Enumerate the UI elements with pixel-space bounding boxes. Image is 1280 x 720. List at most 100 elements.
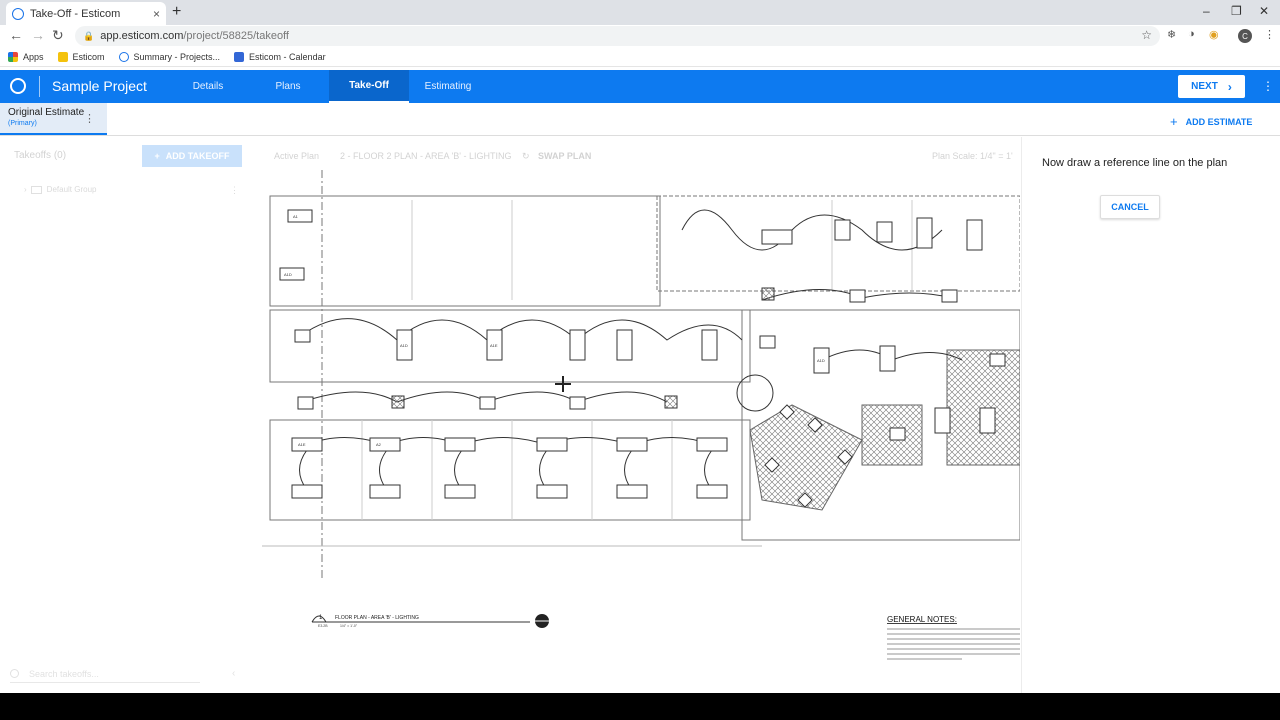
light-fixture: [934, 407, 951, 434]
reload-icon[interactable]: ↻: [52, 27, 64, 44]
tab-details[interactable]: Details: [168, 70, 248, 103]
light-fixture: [569, 329, 586, 361]
sheet-reference: E3.2B: [318, 624, 328, 628]
header-divider: [39, 76, 40, 97]
profile-avatar[interactable]: C: [1238, 29, 1252, 43]
tab-strip: Take-Off - Esticom × + – ❐ ✕: [0, 0, 1280, 25]
minimize-icon[interactable]: –: [1203, 4, 1210, 18]
reference-line-panel: Now draw a reference line on the plan CA…: [1021, 137, 1280, 693]
light-fixture: [291, 484, 323, 499]
light-fixture: [759, 335, 776, 349]
takeoff-panel: Takeoffs (0) + ADD TAKEOFF › Default Gro…: [0, 137, 250, 693]
search-placeholder: Search takeoffs...: [29, 668, 99, 679]
calendar-icon: [234, 51, 245, 62]
browser-tab[interactable]: Take-Off - Esticom ×: [6, 2, 166, 25]
light-fixture: [966, 219, 983, 251]
lock-icon: 🔒: [83, 30, 95, 41]
takeoff-group[interactable]: › Default Group: [24, 185, 96, 194]
add-estimate-button[interactable]: + ADD ESTIMATE: [1170, 114, 1252, 129]
instruction-text: Now draw a reference line on the plan: [1042, 157, 1228, 169]
light-fixture: [701, 329, 718, 361]
light-fixture: [616, 329, 633, 361]
back-icon[interactable]: ←: [9, 27, 23, 43]
tab-title: Take-Off - Esticom: [30, 7, 121, 20]
next-button[interactable]: NEXT ›: [1178, 75, 1245, 98]
light-fixture: [297, 396, 314, 410]
bookmark-star-icon[interactable]: ☆: [1141, 28, 1152, 42]
fixture-tag: A1E: [298, 442, 306, 447]
group-menu-icon[interactable]: ⋮: [230, 185, 239, 196]
forward-icon[interactable]: →: [31, 27, 45, 43]
bookmark-summary-projects[interactable]: Summary - Projects...: [118, 51, 221, 62]
extension-honey-icon[interactable]: ◉: [1209, 28, 1219, 41]
estimate-bar: Original Estimate (Primary) ⋮ + ADD ESTI…: [0, 103, 1280, 136]
tab-take-off[interactable]: Take-Off: [329, 70, 409, 103]
address-bar[interactable]: 🔒 app.esticom.com/project/58825/takeoff …: [75, 26, 1160, 46]
room-outline: [656, 195, 1020, 292]
next-label: NEXT: [1191, 81, 1218, 92]
app-header: Sample Project Details Plans Take-Off Es…: [0, 70, 1280, 103]
collapse-panel-icon[interactable]: ‹: [232, 668, 235, 679]
light-fixture: [444, 437, 476, 452]
browser-window: Take-Off - Esticom × + – ❐ ✕ ← → ↻ 🔒 app…: [0, 0, 1280, 693]
swap-icon[interactable]: ↻: [522, 151, 530, 162]
light-fixture: [616, 437, 648, 452]
url-path: /project/58825/takeoff: [183, 30, 289, 42]
new-tab-button[interactable]: +: [172, 3, 181, 21]
bookmark-apps[interactable]: Apps: [8, 51, 44, 62]
light-fixture: [834, 219, 851, 241]
extension-snowflake-icon[interactable]: ❄: [1167, 28, 1176, 41]
add-takeoff-button[interactable]: + ADD TAKEOFF: [142, 145, 242, 167]
app-menu-icon[interactable]: ⋮: [1262, 79, 1274, 93]
light-fixture: [444, 484, 476, 499]
bookmark-label: Esticom - Calendar: [249, 51, 326, 62]
swap-plan-button[interactable]: SWAP PLAN: [538, 151, 591, 161]
light-fixture: [369, 437, 401, 452]
light-fixture: [569, 396, 586, 410]
plus-icon: +: [1170, 114, 1178, 129]
cancel-button[interactable]: CANCEL: [1100, 195, 1160, 219]
apps-grid-icon: [8, 51, 18, 62]
plan-title: FLOOR PLAN - AREA 'B' - LIGHTING: [335, 615, 419, 621]
light-fixture: [536, 484, 568, 499]
extension-circle-icon[interactable]: ◑: [1188, 28, 1195, 40]
add-takeoff-label: ADD TAKEOFF: [165, 151, 230, 161]
maximize-icon[interactable]: ❐: [1231, 4, 1242, 18]
search-icon: [10, 669, 19, 678]
bookmark-label: Summary - Projects...: [133, 51, 221, 62]
plan-canvas[interactable]: A1 A1D A1E A2 A1D A1E A1D 1 FLOOR PLAN -…: [262, 170, 1020, 690]
light-fixture: [761, 229, 793, 245]
room-outline: [269, 419, 751, 521]
room-outline: [269, 195, 661, 307]
light-fixture: [536, 437, 568, 452]
light-fixture: [291, 437, 323, 452]
fixture-tag: A1: [293, 214, 299, 219]
close-window-icon[interactable]: ✕: [1259, 4, 1269, 18]
plan-scale-text: 1/4" = 1'-0": [340, 624, 358, 628]
bookmark-calendar[interactable]: Esticom - Calendar: [234, 51, 326, 62]
tab-plans[interactable]: Plans: [248, 70, 328, 103]
plus-icon: +: [154, 151, 160, 161]
esticom-logo-icon[interactable]: [10, 78, 26, 94]
fixture-tag: A1D: [400, 343, 408, 348]
bookmark-esticom[interactable]: Esticom: [57, 51, 105, 62]
crosshair-cursor-icon: [555, 376, 571, 392]
light-fixture: [696, 484, 728, 499]
light-fixture: [916, 217, 933, 249]
fixture-tag: A2: [376, 442, 382, 447]
estimate-tab[interactable]: Original Estimate (Primary) ⋮: [0, 103, 107, 135]
estimate-menu-icon[interactable]: ⋮: [84, 112, 95, 125]
general-notes: GENERAL NOTES:: [887, 615, 1020, 660]
bookmarks-bar: Apps Esticom Summary - Projects... Estic…: [0, 47, 1280, 67]
tab-estimating[interactable]: Estimating: [408, 70, 488, 103]
fixture-tag: A1D: [284, 272, 292, 277]
tab-close-icon[interactable]: ×: [153, 7, 160, 21]
folder-icon: [57, 51, 68, 62]
light-fixture: [287, 209, 313, 223]
plan-toolbar: Active Plan 2 - FLOOR 2 PLAN - AREA 'B' …: [270, 147, 1020, 167]
search-takeoffs-input[interactable]: Search takeoffs...: [10, 665, 200, 683]
browser-menu-icon[interactable]: ⋮: [1264, 28, 1275, 41]
plan-select[interactable]: 2 - FLOOR 2 PLAN - AREA 'B' - LIGHTING: [340, 151, 511, 161]
project-title: Sample Project: [52, 78, 147, 94]
group-name: Default Group: [46, 185, 97, 194]
